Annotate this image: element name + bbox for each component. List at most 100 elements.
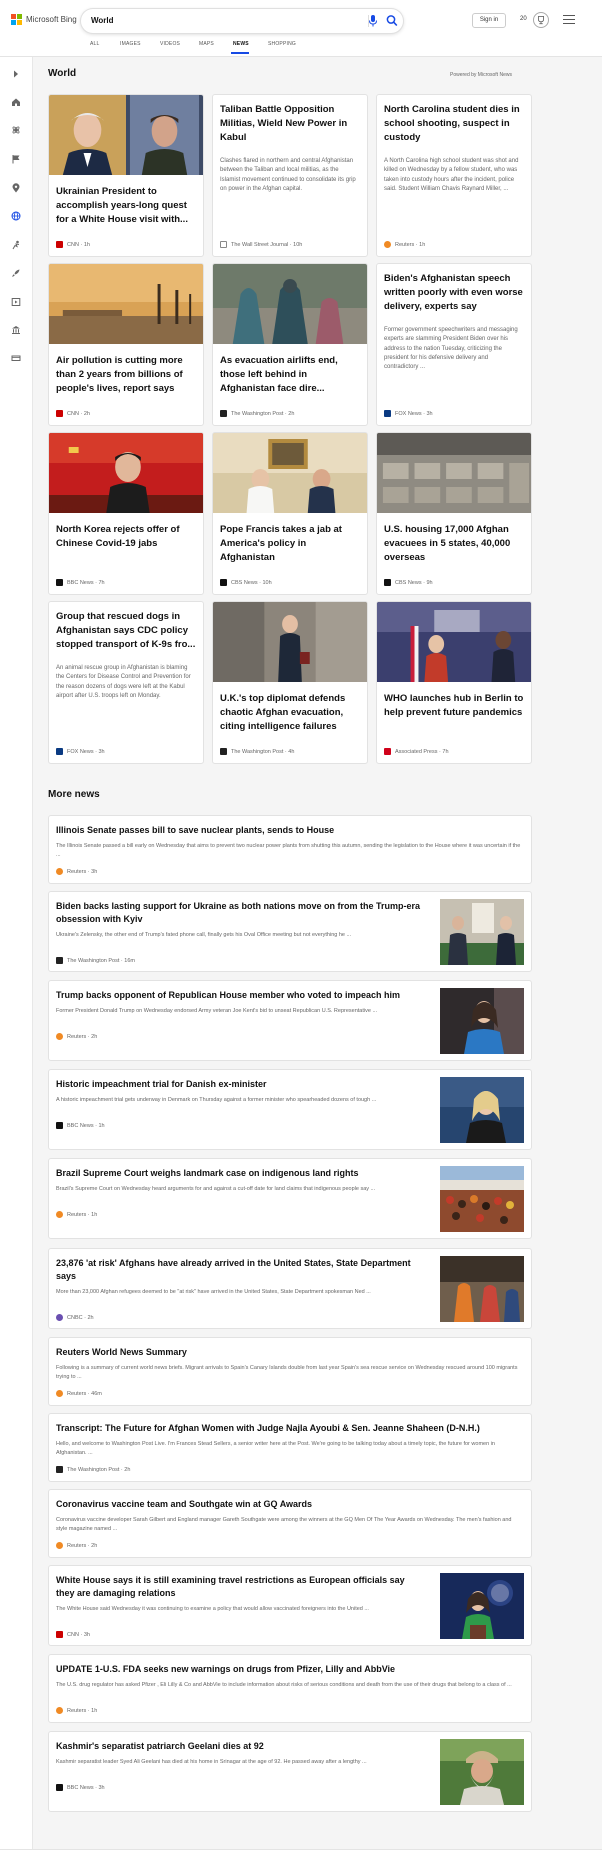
news-card[interactable]: North Korea rejects offer of Chinese Cov… <box>48 432 204 595</box>
more-news-title[interactable]: Trump backs opponent of Republican House… <box>56 989 425 1002</box>
card-title[interactable]: Ukrainian President to accomplish years-… <box>56 185 196 226</box>
scope-all[interactable]: ALL <box>90 41 100 47</box>
more-news-source[interactable]: Reuters · 46m <box>56 1390 102 1397</box>
hamburger-icon[interactable] <box>563 15 575 25</box>
card-title[interactable]: Group that rescued dogs in Afghanistan s… <box>56 610 196 651</box>
more-news-source[interactable]: Reuters · 1h <box>56 1707 97 1714</box>
chevron-right-icon[interactable] <box>11 69 21 79</box>
more-news-source[interactable]: CNBC · 2h <box>56 1314 94 1321</box>
card-title[interactable]: North Korea rejects offer of Chinese Cov… <box>56 523 196 551</box>
more-news-item[interactable]: Kashmir's separatist patriarch Geelani d… <box>48 1731 532 1812</box>
card-source[interactable]: BBC News · 7h <box>56 579 105 586</box>
more-news-source[interactable]: Reuters · 2h <box>56 1542 97 1549</box>
news-card[interactable]: WHO launches hub in Berlin to help preve… <box>376 601 532 764</box>
more-news-source[interactable]: BBC News · 3h <box>56 1784 105 1791</box>
search-box[interactable]: World <box>81 9 403 33</box>
powered-by[interactable]: Powered by Microsoft News <box>450 72 512 78</box>
card-source[interactable]: CNN · 1h <box>56 241 90 248</box>
more-news-source[interactable]: CNN · 3h <box>56 1631 90 1638</box>
more-news-thumbnail[interactable] <box>440 1739 524 1805</box>
more-news-source[interactable]: BBC News · 1h <box>56 1122 105 1129</box>
card-source[interactable]: CBS News · 9h <box>384 579 433 586</box>
home-icon[interactable] <box>11 97 21 107</box>
card-title[interactable]: Taliban Battle Opposition Militias, Wiel… <box>220 103 360 144</box>
more-news-title[interactable]: UPDATE 1-U.S. FDA seeks new warnings on … <box>56 1663 524 1676</box>
more-news-thumbnail[interactable] <box>440 1166 524 1232</box>
card-title[interactable]: Pope Francis takes a jab at America's po… <box>220 523 360 564</box>
news-card[interactable]: U.K.'s top diplomat defends chaotic Afgh… <box>212 601 368 764</box>
more-news-title[interactable]: Transcript: The Future for Afghan Women … <box>56 1422 524 1435</box>
card-source[interactable]: Associated Press · 7h <box>384 748 449 755</box>
more-news-item[interactable]: 23,876 'at risk' Afghans have already ar… <box>48 1248 532 1329</box>
card-source[interactable]: CBS News · 10h <box>220 579 272 586</box>
rocket-icon[interactable] <box>11 268 21 278</box>
sign-in-button[interactable]: Sign in <box>472 13 506 28</box>
card-source[interactable]: FOX News · 3h <box>56 748 105 755</box>
card-source[interactable]: FOX News · 3h <box>384 410 433 417</box>
more-news-thumbnail[interactable] <box>440 899 524 965</box>
more-news-item[interactable]: Brazil Supreme Court weighs landmark cas… <box>48 1158 532 1239</box>
flag-icon[interactable] <box>11 154 21 164</box>
trophy-icon[interactable] <box>533 12 549 28</box>
bing-logo[interactable]: Microsoft Bing <box>11 14 77 25</box>
card-title[interactable]: Biden's Afghanistan speech written poorl… <box>384 272 524 313</box>
more-news-item[interactable]: Coronavirus vaccine team and Southgate w… <box>48 1489 532 1558</box>
scope-videos[interactable]: VIDEOS <box>160 41 180 47</box>
more-news-item[interactable]: Trump backs opponent of Republican House… <box>48 980 532 1061</box>
card-title[interactable]: U.S. housing 17,000 Afghan evacuees in 5… <box>384 523 524 564</box>
card-title[interactable]: U.K.'s top diplomat defends chaotic Afgh… <box>220 692 360 733</box>
more-news-item[interactable]: Reuters World News Summary Following is … <box>48 1337 532 1406</box>
news-card[interactable]: Air pollution is cutting more than 2 yea… <box>48 263 204 426</box>
more-news-source[interactable]: The Washington Post · 16m <box>56 957 135 964</box>
scope-maps[interactable]: MAPS <box>199 41 214 47</box>
more-news-title[interactable]: Kashmir's separatist patriarch Geelani d… <box>56 1740 425 1753</box>
more-news-source[interactable]: Reuters · 1h <box>56 1211 97 1218</box>
news-card[interactable]: Taliban Battle Opposition Militias, Wiel… <box>212 94 368 257</box>
more-news-item[interactable]: Illinois Senate passes bill to save nucl… <box>48 815 532 884</box>
news-card[interactable]: Group that rescued dogs in Afghanistan s… <box>48 601 204 764</box>
scope-images[interactable]: IMAGES <box>120 41 141 47</box>
card-title[interactable]: Air pollution is cutting more than 2 yea… <box>56 354 196 395</box>
news-card[interactable]: North Carolina student dies in school sh… <box>376 94 532 257</box>
globe-icon[interactable] <box>11 211 21 221</box>
news-card[interactable]: As evacuation airlifts end, those left b… <box>212 263 368 426</box>
more-news-thumbnail[interactable] <box>440 1573 524 1639</box>
more-news-item[interactable]: Transcript: The Future for Afghan Women … <box>48 1413 532 1482</box>
more-news-title[interactable]: 23,876 'at risk' Afghans have already ar… <box>56 1257 425 1283</box>
card-source[interactable]: The Washington Post · 4h <box>220 748 294 755</box>
more-news-title[interactable]: Reuters World News Summary <box>56 1346 524 1359</box>
more-news-source[interactable]: The Washington Post · 2h <box>56 1466 130 1473</box>
more-news-item[interactable]: Biden backs lasting support for Ukraine … <box>48 891 532 972</box>
bank-icon[interactable] <box>11 325 21 335</box>
more-news-title[interactable]: Illinois Senate passes bill to save nucl… <box>56 824 524 837</box>
more-news-title[interactable]: White House says it is still examining t… <box>56 1574 425 1600</box>
entertainment-icon[interactable] <box>11 297 21 307</box>
scope-shopping[interactable]: SHOPPING <box>268 41 296 47</box>
card-source[interactable]: The Wall Street Journal · 10h <box>220 241 302 248</box>
more-news-item[interactable]: Historic impeachment trial for Danish ex… <box>48 1069 532 1150</box>
science-icon[interactable] <box>11 125 21 135</box>
card-source[interactable]: The Washington Post · 2h <box>220 410 294 417</box>
more-news-thumbnail[interactable] <box>440 988 524 1054</box>
news-card[interactable]: U.S. housing 17,000 Afghan evacuees in 5… <box>376 432 532 595</box>
scope-news[interactable]: NEWS <box>233 41 249 47</box>
search-icon[interactable] <box>386 14 398 28</box>
more-news-thumbnail[interactable] <box>440 1256 524 1322</box>
more-news-title[interactable]: Coronavirus vaccine team and Southgate w… <box>56 1498 524 1511</box>
card-source[interactable]: CNN · 2h <box>56 410 90 417</box>
more-news-source[interactable]: Reuters · 2h <box>56 1033 97 1040</box>
more-news-thumbnail[interactable] <box>440 1077 524 1143</box>
news-card[interactable]: Ukrainian President to accomplish years-… <box>48 94 204 257</box>
search-input[interactable]: World <box>91 16 114 25</box>
money-icon[interactable] <box>11 353 21 363</box>
more-news-title[interactable]: Historic impeachment trial for Danish ex… <box>56 1078 425 1091</box>
rewards-count[interactable]: 20 <box>520 16 527 22</box>
more-news-item[interactable]: White House says it is still examining t… <box>48 1565 532 1646</box>
mic-icon[interactable] <box>367 14 379 28</box>
card-source[interactable]: Reuters · 1h <box>384 241 425 248</box>
sports-icon[interactable] <box>11 240 21 250</box>
location-pin-icon[interactable] <box>11 183 21 193</box>
more-news-item[interactable]: UPDATE 1-U.S. FDA seeks new warnings on … <box>48 1654 532 1723</box>
card-title[interactable]: North Carolina student dies in school sh… <box>384 103 524 144</box>
card-title[interactable]: As evacuation airlifts end, those left b… <box>220 354 360 395</box>
